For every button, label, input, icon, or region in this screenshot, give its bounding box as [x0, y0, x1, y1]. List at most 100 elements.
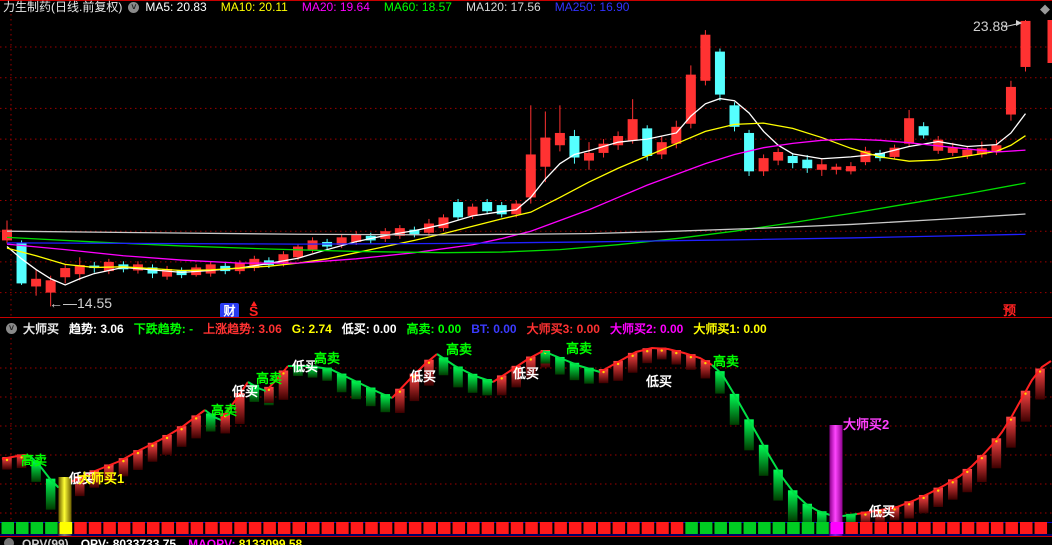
strip-square	[220, 522, 233, 534]
strip-square	[744, 522, 757, 534]
ma-legend-item: MA10: 20.11	[221, 0, 288, 14]
strip-square	[627, 522, 640, 534]
ma-legend-item-value: 19.64	[340, 0, 370, 14]
ma-legend-item-value: 17.56	[511, 0, 541, 14]
strip-square	[787, 522, 800, 534]
strip-square	[60, 522, 72, 534]
strip-square	[933, 522, 946, 534]
indicator-item-value: 2.74	[308, 322, 331, 336]
strip-square	[31, 522, 43, 534]
strip-square	[162, 522, 175, 534]
strip-square	[176, 522, 189, 534]
strip-square	[875, 522, 888, 534]
strip-square	[380, 522, 393, 534]
stock-title: 力生制药(日线.前复权)	[3, 1, 122, 14]
ma-legend-item-value: 16.90	[599, 0, 629, 14]
strip-square	[584, 522, 597, 534]
strip-square	[453, 522, 466, 534]
strip-square	[74, 522, 87, 534]
signal-label: 高卖	[566, 341, 592, 356]
chevron-down-circle-icon[interactable]: ˅	[6, 323, 17, 334]
indicator-item: 上涨趋势: 3.06	[203, 322, 282, 336]
strip-square	[511, 522, 524, 534]
strip-square	[2, 522, 15, 534]
indicator-item-value: 0.00	[438, 322, 461, 336]
ma-lines	[7, 99, 1026, 285]
strip-square	[249, 522, 262, 534]
signal-label: 大师买2	[843, 417, 889, 432]
indicator-values: 趋势: 3.06下跌趋势: -上涨趋势: 3.06G: 2.74低买: 0.00…	[69, 320, 777, 337]
signal-strip	[0, 522, 1052, 535]
event-bars[interactable]	[59, 425, 843, 536]
strip-square	[845, 522, 858, 534]
strip-square	[816, 522, 829, 534]
strip-square	[889, 522, 902, 534]
indicator-chart-area[interactable]: 高卖低买大师买1高卖低买高卖低买高卖低买高卖低买高卖低买高卖大师买2低买	[0, 338, 1052, 536]
strip-square	[729, 522, 742, 534]
ma-legend-item: MA5: 20.83	[145, 0, 206, 14]
strip-square	[147, 522, 160, 534]
indicator-header: ˅ 大师买 趋势: 3.06下跌趋势: -上涨趋势: 3.06G: 2.74低买…	[0, 318, 1052, 338]
signal-label: 大师买1	[78, 471, 124, 486]
strip-square	[525, 522, 538, 534]
main-candlestick-chart[interactable]: 23.88 ←―14.55 财S预	[0, 14, 1052, 318]
indicator-item-value: 0.00	[577, 322, 600, 336]
strip-square	[671, 522, 684, 534]
ma-line-MA10	[7, 123, 1026, 270]
signal-label: 低买	[645, 374, 672, 389]
indicator-item-value: 0.00	[660, 322, 683, 336]
strip-square	[351, 522, 364, 534]
ma-legend-item-value: 20.11	[259, 0, 288, 14]
ma-legend-item-value: 18.57	[422, 0, 452, 14]
indicator-item: 下跌趋势: -	[134, 322, 193, 336]
chevron-down-circle-icon[interactable]: ˅	[128, 2, 139, 13]
signal-label: 低买	[512, 366, 539, 381]
indicator-ribbon-chart[interactable]: 高卖低买大师买1高卖低买高卖低买高卖低买高卖低买高卖低买高卖大师买2低买	[0, 338, 1052, 536]
candles[interactable]	[2, 20, 1031, 306]
signal-label: 低买	[409, 369, 436, 384]
indicator-item: G: 2.74	[292, 322, 332, 336]
main-chart-area[interactable]: 23.88 ←―14.55 财S预	[0, 14, 1052, 318]
strip-square	[482, 522, 495, 534]
high-label: 23.88	[973, 18, 1008, 34]
strip-square	[598, 522, 611, 534]
cai-badge[interactable]: 财	[222, 303, 235, 318]
indicator-item-value: 0.00	[743, 322, 766, 336]
strip-square	[132, 522, 145, 534]
indicator-item: 大师买1: 0.00	[693, 322, 766, 336]
title-bar: 力生制药(日线.前复权) ˅ MA5: 20.83 MA10: 20.11 MA20…	[0, 1, 1052, 14]
strip-square	[831, 522, 844, 534]
strip-square	[685, 522, 698, 534]
strip-square	[613, 522, 626, 534]
indicator-item: 趋势: 3.06	[69, 322, 124, 336]
signal-label: 低买	[868, 504, 895, 519]
event-bar-大师买2[interactable]	[830, 425, 843, 536]
strip-square	[947, 522, 960, 534]
strip-square	[45, 522, 58, 534]
indicator-item-value: 0.00	[493, 322, 516, 336]
strip-square	[205, 522, 218, 534]
strip-square	[278, 522, 291, 534]
ma-legend-item: MA20: 19.64	[302, 0, 370, 14]
low-label: ←―14.55	[49, 295, 112, 311]
signal-label: 高卖	[21, 453, 47, 468]
indicator-item-value: 3.06	[100, 322, 123, 336]
signal-label: 高卖	[314, 351, 340, 366]
strip-square	[904, 522, 917, 534]
strip-square	[918, 522, 931, 534]
yu-marker[interactable]: 预	[1003, 303, 1016, 318]
indicator-item: BT: 0.00	[471, 322, 516, 336]
strip-square	[656, 522, 669, 534]
strip-square	[758, 522, 771, 534]
strip-square	[191, 522, 204, 534]
main-overlay-icons[interactable]: 财S预	[220, 301, 1016, 318]
strip-square	[89, 522, 102, 534]
strip-square	[438, 522, 451, 534]
ma-line-MA5	[7, 99, 1026, 285]
strip-square	[700, 522, 713, 534]
strip-square	[263, 522, 276, 534]
indicator-item-value: 3.06	[258, 322, 281, 336]
strip-square	[103, 522, 116, 534]
signal-label: 高卖	[713, 354, 739, 369]
strip-square	[642, 522, 655, 534]
